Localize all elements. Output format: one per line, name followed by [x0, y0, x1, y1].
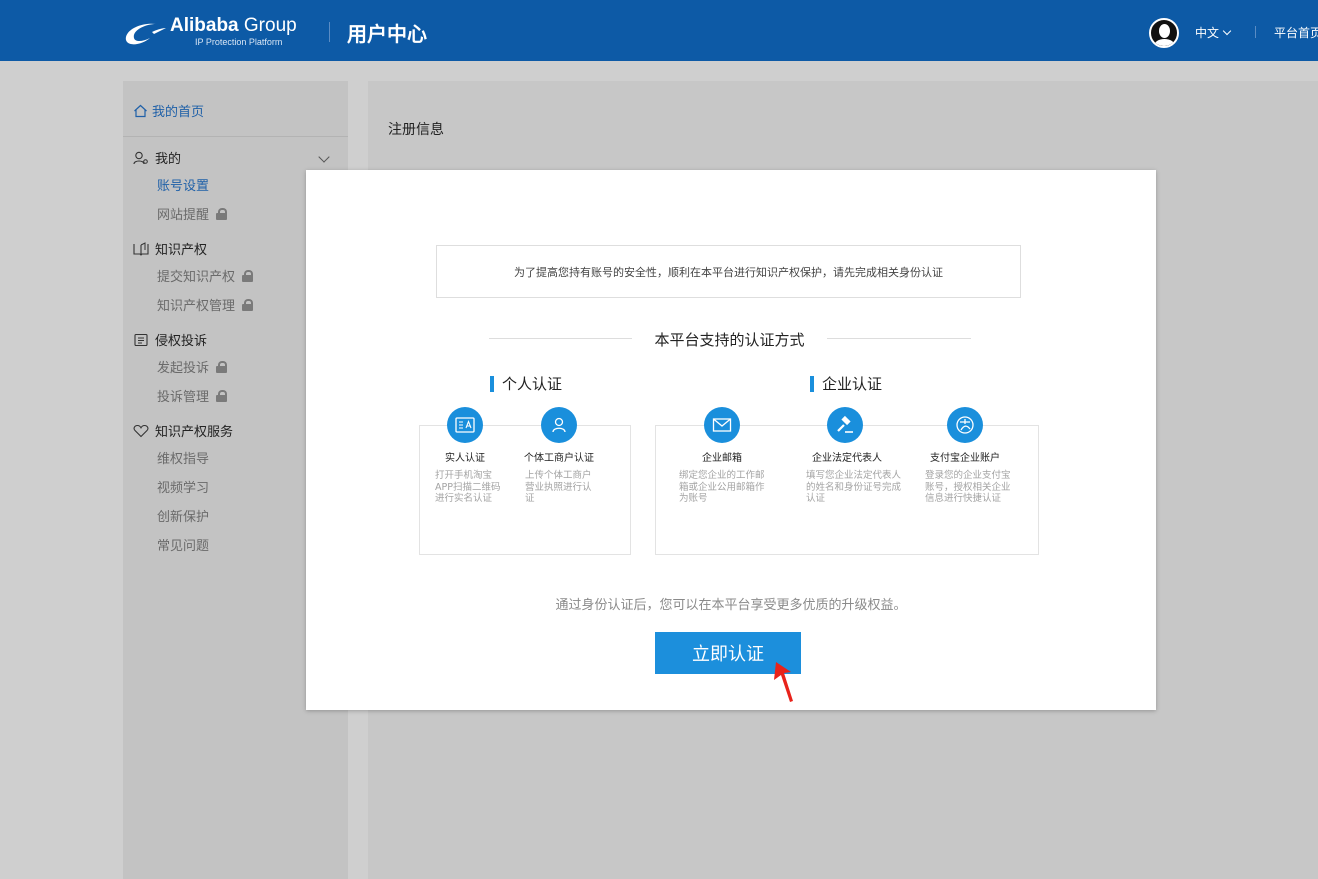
divider-line — [489, 338, 632, 339]
heart-icon — [133, 424, 149, 437]
sidebar-item-label: 我的首页 — [152, 105, 205, 120]
sidebar-item-account-settings[interactable]: 账号设置 — [157, 175, 209, 194]
chevron-down-icon — [1222, 26, 1232, 36]
sidebar-group-label: 我的 — [155, 152, 182, 167]
sidebar-item-video-learning[interactable]: 视频学习 — [157, 477, 209, 496]
sidebar-group-mine[interactable]: 我的 — [133, 148, 181, 167]
sidebar-item-ip-management[interactable]: 知识产权管理 — [157, 295, 254, 314]
enterprise-verification-heading: 企业认证 — [810, 373, 882, 394]
sidebar-group-label: 知识产权服务 — [155, 425, 234, 440]
section-title: 注册信息 — [388, 122, 444, 138]
gavel-icon[interactable] — [827, 407, 863, 443]
sidebar-group-ip-services[interactable]: 知识产权服务 — [133, 421, 233, 440]
divider-line — [827, 338, 971, 339]
header-divider — [329, 22, 330, 42]
sidebar-item-faq[interactable]: 常见问题 — [157, 535, 209, 554]
sidebar-group-complaints[interactable]: 侵权投诉 — [133, 330, 207, 349]
chevron-down-icon[interactable] — [318, 151, 330, 163]
benefits-text: 通过身份认证后，您可以在本平台享受更多优质的升级权益。 — [555, 598, 907, 613]
header-separator — [1255, 26, 1256, 38]
methods-title: 本平台支持的认证方式 — [654, 331, 805, 349]
method-description: 登录您的企业支付宝账号，授权相关企业信息进行快捷认证 — [925, 470, 1011, 504]
platform-home-link[interactable]: 平台首页 — [1274, 24, 1318, 41]
logo-name: Alibaba Group — [170, 15, 297, 36]
mail-icon[interactable] — [704, 407, 740, 443]
method-description: 上传个体工商户营业执照进行认证 — [525, 470, 592, 504]
avatar[interactable] — [1149, 18, 1179, 48]
lock-icon — [242, 269, 254, 282]
method-description: 绑定您企业的工作邮箱或企业公用邮箱作为账号 — [679, 470, 765, 504]
logo-subtitle: IP Protection Platform — [195, 37, 283, 47]
lock-icon — [216, 360, 228, 373]
method-title: 个体工商户认证 — [524, 453, 594, 464]
sidebar-divider — [123, 136, 348, 137]
alibaba-logo[interactable]: Alibaba Group IP Protection Platform — [122, 14, 312, 50]
red-arrow-icon — [774, 662, 793, 702]
complaint-icon — [134, 333, 148, 346]
language-selector[interactable]: 中文 — [1195, 24, 1232, 41]
page-title: 用户中心 — [347, 22, 427, 46]
sidebar-item-file-complaint[interactable]: 发起投诉 — [157, 357, 228, 376]
alipay-icon[interactable] — [947, 407, 983, 443]
method-description: 打开手机淘宝APP扫描二维码进行实名认证 — [435, 470, 501, 504]
sidebar-item-home[interactable]: 我的首页 — [133, 101, 204, 120]
alibaba-swoosh-icon — [125, 23, 166, 45]
sidebar-item-innovation-protection[interactable]: 创新保护 — [157, 506, 209, 525]
home-icon — [134, 104, 147, 117]
accent-bar — [810, 375, 814, 392]
verification-modal: 为了提高您持有账号的安全性，顺利在本平台进行知识产权保护，请先完成相关身份认证 … — [306, 170, 1156, 710]
sidebar-item-site-reminders[interactable]: 网站提醒 — [157, 204, 228, 223]
avatar-head-shape — [1159, 24, 1170, 38]
sidebar-group-ip[interactable]: 知识产权 — [133, 239, 207, 258]
accent-bar — [490, 375, 494, 392]
security-notice: 为了提高您持有账号的安全性，顺利在本平台进行知识产权保护，请先完成相关身份认证 — [436, 245, 1021, 298]
sidebar-group-label: 侵权投诉 — [155, 334, 208, 349]
top-bar: Alibaba Group IP Protection Platform 用户中… — [0, 0, 1318, 61]
method-title: 企业法定代表人 — [812, 453, 882, 464]
method-title: 企业邮箱 — [702, 453, 742, 464]
lock-icon — [242, 298, 254, 311]
sidebar-item-rights-guidance[interactable]: 维权指导 — [157, 448, 209, 467]
sidebar-item-submit-ip[interactable]: 提交知识产权 — [157, 266, 254, 285]
book-icon — [133, 241, 149, 256]
method-title: 支付宝企业账户 — [930, 453, 1000, 464]
lock-icon — [216, 389, 228, 402]
lock-icon — [216, 207, 228, 220]
personal-verification-heading: 个人认证 — [490, 373, 562, 394]
user-icon — [133, 151, 148, 164]
method-description: 填写您企业法定代表人的姓名和身份证号完成认证 — [806, 470, 902, 504]
method-title: 实人认证 — [445, 453, 485, 464]
id-card-icon[interactable] — [447, 407, 483, 443]
person-icon[interactable] — [541, 407, 577, 443]
avatar-body-shape — [1154, 39, 1175, 46]
sidebar-item-complaint-management[interactable]: 投诉管理 — [157, 386, 228, 405]
sidebar-group-label: 知识产权 — [155, 243, 208, 258]
